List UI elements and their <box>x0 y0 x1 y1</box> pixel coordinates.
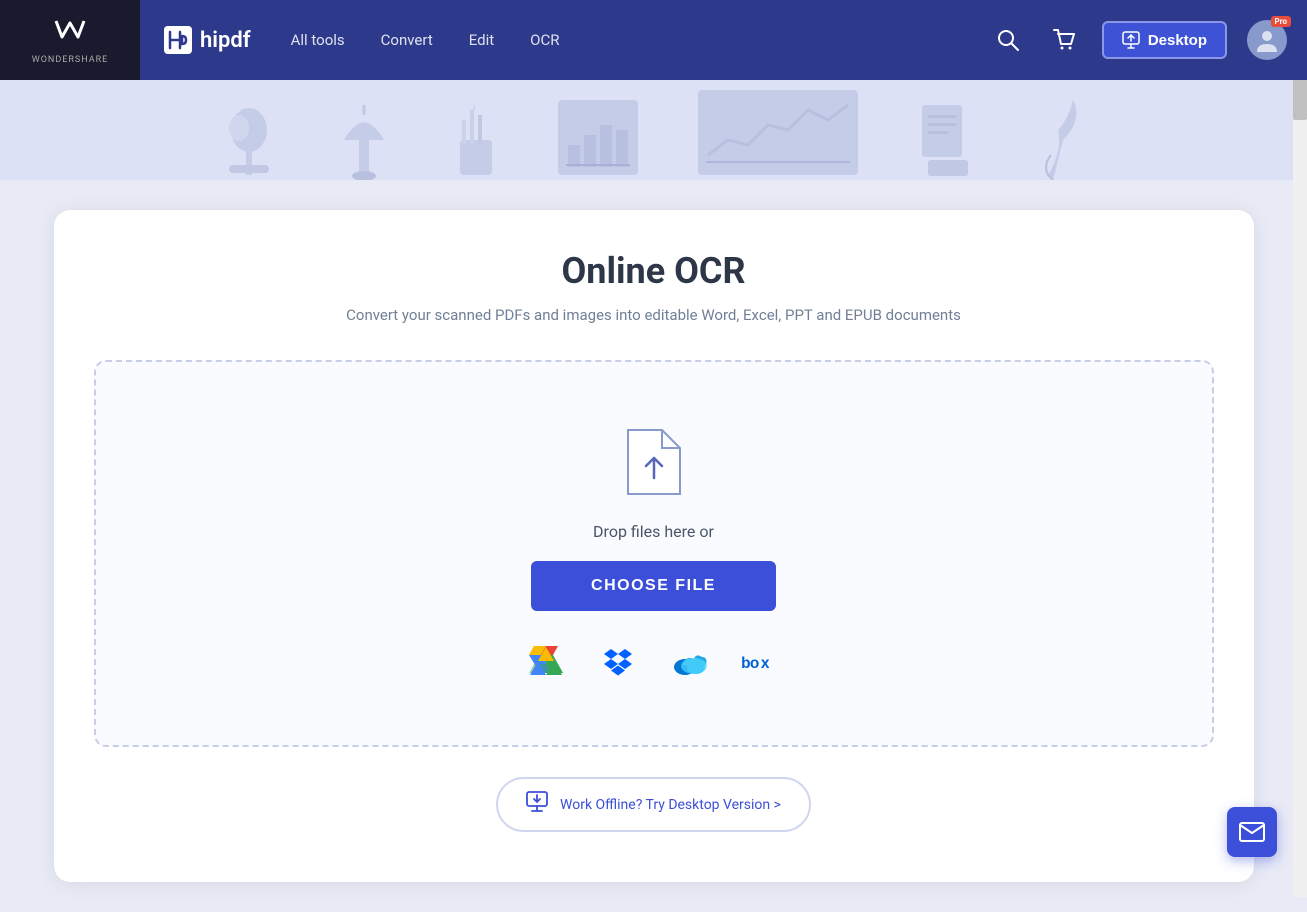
desktop-download-icon <box>526 791 548 818</box>
hipdf-logo[interactable]: hipdf <box>164 26 251 54</box>
ws-logo-icon <box>52 15 88 51</box>
nav-all-tools[interactable]: All tools <box>291 31 345 49</box>
scrollbar[interactable] <box>1293 0 1307 897</box>
box-button[interactable]: b o x <box>740 641 784 685</box>
user-avatar[interactable]: Pro <box>1247 20 1287 60</box>
desktop-button[interactable]: Desktop <box>1102 21 1227 59</box>
hero-barchart-icon <box>558 100 638 180</box>
offline-text: Work Offline? Try Desktop Version > <box>560 797 781 813</box>
page-subtitle: Convert your scanned PDFs and images int… <box>94 306 1214 324</box>
hero-quill-icon <box>1033 100 1083 180</box>
hero-document-icon <box>918 105 973 180</box>
hero-linechart-icon <box>698 90 858 180</box>
main-content: Online OCR Convert your scanned PDFs and… <box>0 180 1307 912</box>
cart-button[interactable] <box>1046 22 1082 58</box>
page-title: Online OCR <box>94 250 1214 292</box>
nav-links: All tools Convert Edit OCR <box>291 31 990 49</box>
pro-badge: Pro <box>1271 16 1291 27</box>
search-button[interactable] <box>990 22 1026 58</box>
nav-convert[interactable]: Convert <box>381 31 433 49</box>
navbar: wondershare hipdf All tools Convert Edit… <box>0 0 1307 80</box>
nav-edit[interactable]: Edit <box>469 31 494 49</box>
nav-actions: Desktop Pro <box>990 20 1287 60</box>
svg-text:o: o <box>749 655 758 672</box>
drop-text: Drop files here or <box>593 522 714 541</box>
onedrive-button[interactable] <box>668 641 712 685</box>
hero-lamp-icon <box>334 100 394 180</box>
offline-banner[interactable]: Work Offline? Try Desktop Version > <box>496 777 811 832</box>
email-button[interactable] <box>1227 807 1277 857</box>
svg-text:x: x <box>760 655 769 672</box>
ws-logo-text: wondershare <box>32 55 109 65</box>
google-drive-button[interactable] <box>524 641 568 685</box>
hipdf-name: hipdf <box>200 28 251 53</box>
wondershare-brand[interactable]: wondershare <box>0 0 140 80</box>
dropbox-button[interactable] <box>596 641 640 685</box>
dropzone[interactable]: Drop files here or CHOOSE FILE <box>94 360 1214 747</box>
cloud-icons-row: b o x <box>524 641 784 685</box>
desktop-btn-label: Desktop <box>1148 32 1207 49</box>
upload-icon <box>619 422 689 502</box>
hero-banner <box>0 80 1307 180</box>
hero-plant-icon <box>224 100 274 180</box>
hero-pencilcup-icon <box>454 100 498 180</box>
svg-text:b: b <box>741 655 750 672</box>
main-card: Online OCR Convert your scanned PDFs and… <box>54 210 1254 882</box>
choose-file-button[interactable]: CHOOSE FILE <box>531 561 776 611</box>
nav-ocr[interactable]: OCR <box>530 31 559 49</box>
